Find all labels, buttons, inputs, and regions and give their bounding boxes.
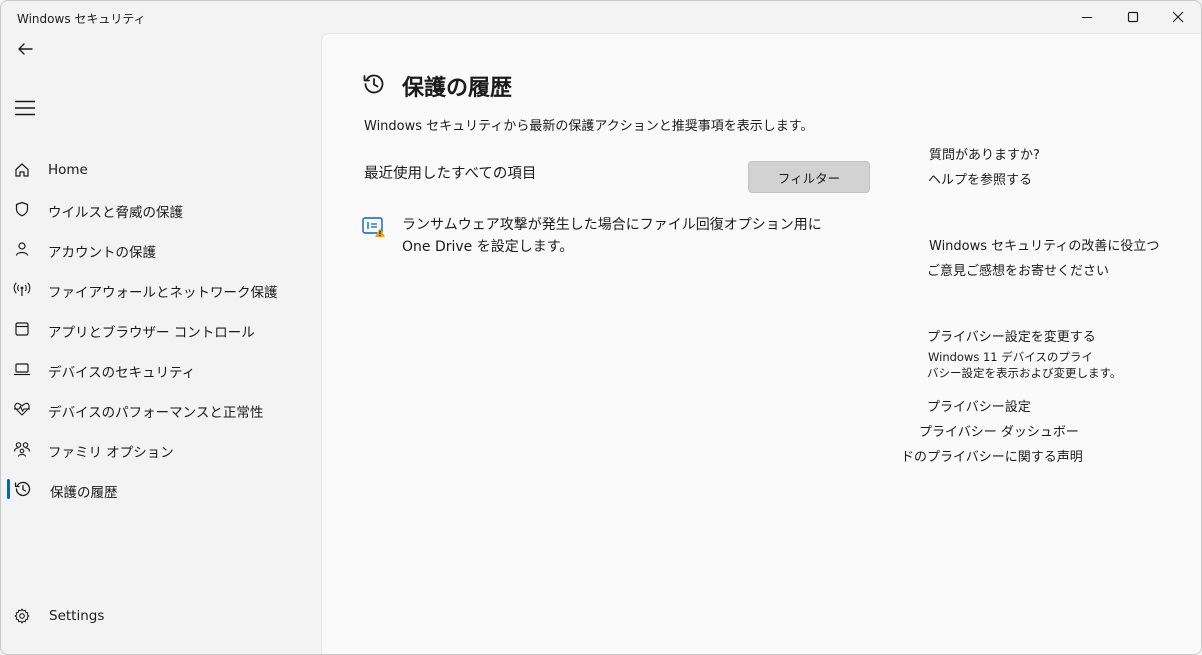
back-button[interactable] bbox=[9, 35, 41, 63]
heart-pulse-icon bbox=[13, 400, 31, 418]
home-icon bbox=[13, 161, 31, 179]
privacy-dashboard-link[interactable]: プライバシー ダッシュボー bbox=[919, 421, 1079, 440]
sidebar-item-device-performance[interactable]: デバイスのパフォーマンスと正常性 bbox=[5, 391, 305, 427]
minimize-icon bbox=[1082, 17, 1092, 18]
family-icon bbox=[13, 440, 31, 458]
sidebar-item-label: アカウントの保護 bbox=[48, 245, 156, 261]
sidebar-item-app-browser-control[interactable]: アプリとブラウザー コントロール bbox=[5, 311, 305, 347]
back-arrow-icon bbox=[18, 43, 33, 55]
sidebar-item-settings[interactable]: Settings bbox=[5, 598, 305, 634]
sidebar-item-virus-protection[interactable]: ウイルスと脅威の保護 bbox=[5, 191, 305, 227]
sidebar-item-label: ウイルスと脅威の保護 bbox=[48, 205, 183, 221]
title-bar: Windows セキュリティ bbox=[1, 1, 1201, 33]
history-icon bbox=[362, 72, 386, 96]
history-icon bbox=[14, 480, 32, 498]
close-icon bbox=[1172, 11, 1184, 23]
privacy-description-line-2: バシー設定を表示および変更します。 bbox=[927, 366, 1122, 380]
app-title: Windows セキュリティ bbox=[17, 12, 146, 26]
privacy-heading: プライバシー設定を変更する bbox=[927, 330, 1096, 345]
sidebar-item-account-protection[interactable]: アカウントの保護 bbox=[5, 231, 305, 267]
sidebar-item-label: Home bbox=[48, 162, 88, 178]
page-title: 保護の履歴 bbox=[402, 76, 513, 101]
close-button[interactable] bbox=[1155, 1, 1201, 33]
sidebar-item-label: 保護の履歴 bbox=[50, 485, 118, 501]
person-icon bbox=[13, 240, 31, 258]
sidebar-item-family-options[interactable]: ファミリ オプション bbox=[5, 431, 305, 467]
page-description: Windows セキュリティから最新の保護アクションと推奨事項を表示します。 bbox=[364, 119, 814, 134]
minimize-button[interactable] bbox=[1064, 1, 1110, 33]
sidebar-item-label: ファイアウォールとネットワーク保護 bbox=[48, 285, 278, 301]
privacy-settings-link[interactable]: プライバシー設定 bbox=[927, 396, 1031, 415]
sidebar-item-device-security[interactable]: デバイスのセキュリティ bbox=[5, 351, 305, 387]
sidebar-item-label: アプリとブラウザー コントロール bbox=[48, 325, 255, 341]
privacy-statement-link[interactable]: ドのプライバシーに関する声明 bbox=[901, 446, 1083, 465]
app-window-icon bbox=[13, 320, 31, 338]
privacy-description-line-1: Windows 11 デバイスのプライ bbox=[928, 350, 1093, 364]
sidebar-item-label: デバイスのパフォーマンスと正常性 bbox=[48, 405, 264, 421]
sidebar-item-protection-history[interactable]: 保護の履歴 bbox=[5, 471, 305, 507]
gear-icon bbox=[13, 607, 31, 625]
section-title: 最近使用したすべての項目 bbox=[364, 166, 537, 182]
sidebar-item-label: ファミリ オプション bbox=[48, 445, 174, 461]
laptop-icon bbox=[13, 360, 31, 378]
filter-button[interactable]: フィルター bbox=[748, 161, 870, 193]
onedrive-warning-icon bbox=[362, 216, 388, 238]
hamburger-menu-icon bbox=[15, 100, 35, 116]
sidebar-item-firewall[interactable]: ファイアウォールとネットワーク保護 bbox=[5, 271, 305, 307]
antenna-icon bbox=[13, 280, 31, 298]
help-link[interactable]: ヘルプを参照する bbox=[928, 169, 1032, 188]
improve-heading: Windows セキュリティの改善に役立つ bbox=[929, 239, 1160, 254]
sidebar-item-home[interactable]: Home bbox=[5, 152, 305, 188]
maximize-icon bbox=[1127, 11, 1139, 23]
shield-icon bbox=[13, 200, 31, 218]
menu-toggle-button[interactable] bbox=[9, 93, 41, 123]
event-text: ランサムウェア攻撃が発生した場合にファイル回復オプション用に One Drive… bbox=[402, 217, 822, 255]
question-heading: 質問がありますか? bbox=[929, 148, 1040, 163]
feedback-link[interactable]: ご意見ご感想をお寄せください bbox=[927, 260, 1109, 279]
maximize-button[interactable] bbox=[1110, 1, 1156, 33]
sidebar-item-label: Settings bbox=[49, 608, 105, 624]
active-indicator bbox=[7, 479, 10, 499]
app-window: Windows セキュリティ Home ウイルスと脅威の保護 アカウントの保護 … bbox=[0, 0, 1202, 655]
sidebar-item-label: デバイスのセキュリティ bbox=[48, 365, 196, 381]
